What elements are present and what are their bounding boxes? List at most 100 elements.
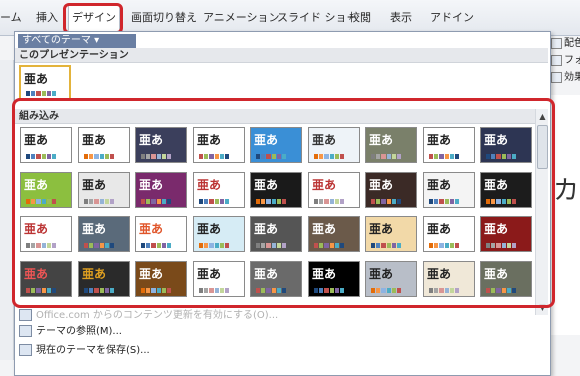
color-swatches xyxy=(26,288,57,293)
folder-icon xyxy=(19,325,32,337)
color-swatches xyxy=(256,154,287,159)
color-swatch xyxy=(271,288,276,293)
theme-title-text: 亜あ xyxy=(427,222,452,236)
color-swatch xyxy=(141,243,146,248)
theme-thumb[interactable]: 亜あ xyxy=(365,127,417,163)
design-tab-callout xyxy=(63,3,123,34)
current-theme-thumb[interactable]: 亜あ xyxy=(19,65,71,101)
theme-thumb[interactable]: 亜あ xyxy=(20,216,72,252)
color-swatch xyxy=(271,243,276,248)
theme-thumb[interactable]: 亜あ xyxy=(423,172,475,208)
theme-thumb[interactable]: 亜あ xyxy=(193,216,245,252)
theme-thumb[interactable]: 亜あ xyxy=(20,172,72,208)
gallery-scrollbar[interactable]: ▲ ▼ xyxy=(535,109,548,315)
color-swatch xyxy=(429,288,434,293)
theme-thumb[interactable]: 亜あ xyxy=(308,261,360,297)
tab-transitions[interactable]: 画面切り替え xyxy=(131,8,197,28)
tab-animations[interactable]: アニメーション xyxy=(203,8,280,28)
theme-thumb[interactable]: 亜あ xyxy=(78,172,130,208)
theme-thumb[interactable]: 亜あ xyxy=(308,172,360,208)
theme-thumb[interactable]: 亜あ xyxy=(135,172,187,208)
color-swatch xyxy=(439,243,444,248)
color-swatches xyxy=(486,288,517,293)
theme-title-text: 亜あ xyxy=(254,267,279,281)
colors-button[interactable]: 配色 xyxy=(551,34,580,49)
theme-thumb[interactable]: 亜あ xyxy=(135,216,187,252)
theme-thumb[interactable]: 亜あ xyxy=(480,216,532,252)
theme-thumb[interactable]: 亜あ xyxy=(250,216,302,252)
color-swatch xyxy=(31,288,36,293)
theme-thumb[interactable]: 亜あ xyxy=(308,127,360,163)
color-swatches xyxy=(429,243,460,248)
color-swatch xyxy=(204,154,209,159)
effects-button[interactable]: 効果 xyxy=(551,68,580,83)
theme-thumb[interactable]: 亜あ xyxy=(365,216,417,252)
slide-title-fragment: カ xyxy=(553,176,580,206)
color-swatch xyxy=(486,288,491,293)
color-swatch xyxy=(46,154,51,159)
tab-insert[interactable]: 挿入 xyxy=(36,8,58,28)
color-swatch xyxy=(266,199,271,204)
color-swatch xyxy=(501,154,506,159)
color-swatch xyxy=(256,288,261,293)
theme-thumb[interactable]: 亜あ xyxy=(423,127,475,163)
color-swatch xyxy=(491,199,496,204)
tab-addins[interactable]: アドイン xyxy=(430,8,474,28)
section-this-presentation: このプレゼンテーション xyxy=(15,48,548,63)
theme-title-text: 亜あ xyxy=(24,267,49,281)
theme-thumb[interactable]: 亜あ xyxy=(193,127,245,163)
theme-thumb[interactable]: 亜あ xyxy=(20,127,72,163)
color-swatch xyxy=(339,243,345,248)
theme-thumb[interactable]: 亜あ xyxy=(135,127,187,163)
color-swatch xyxy=(501,199,506,204)
tab-review[interactable]: 校閲 xyxy=(349,8,371,28)
color-swatch xyxy=(314,288,319,293)
theme-title-text: 亜あ xyxy=(312,133,337,147)
theme-title-text: 亜あ xyxy=(24,178,49,192)
theme-thumb[interactable]: 亜あ xyxy=(365,261,417,297)
color-swatch xyxy=(486,199,491,204)
color-swatches xyxy=(26,91,57,96)
theme-thumb[interactable]: 亜あ xyxy=(308,216,360,252)
theme-thumb[interactable]: 亜あ xyxy=(480,172,532,208)
color-swatch xyxy=(381,243,386,248)
theme-thumb[interactable]: 亜あ xyxy=(78,216,130,252)
color-swatches xyxy=(26,154,57,159)
color-swatch xyxy=(214,243,219,248)
all-themes-filter[interactable]: すべてのテーマ ▾ xyxy=(18,34,136,48)
theme-thumb[interactable]: 亜あ xyxy=(193,261,245,297)
color-swatch xyxy=(454,154,460,159)
theme-title-text: 亜あ xyxy=(427,178,452,192)
color-swatches xyxy=(429,199,460,204)
save-theme-item[interactable]: 現在のテーマを保存(S)... xyxy=(19,343,150,359)
tab-view[interactable]: 表示 xyxy=(390,8,412,28)
theme-thumb[interactable]: 亜あ xyxy=(193,172,245,208)
color-swatch xyxy=(161,288,166,293)
scroll-up-icon[interactable]: ▲ xyxy=(537,111,548,122)
color-swatch xyxy=(256,243,261,248)
color-swatch xyxy=(41,154,46,159)
color-swatch xyxy=(84,288,89,293)
color-swatch xyxy=(26,154,31,159)
theme-thumb[interactable]: 亜あ xyxy=(250,127,302,163)
theme-title-text: 亜あ xyxy=(427,133,452,147)
theme-thumb[interactable]: 亜あ xyxy=(135,261,187,297)
tab-home[interactable]: ーム xyxy=(0,8,22,28)
tab-slideshow[interactable]: スライド ショー xyxy=(277,8,358,28)
theme-thumb[interactable]: 亜あ xyxy=(480,127,532,163)
theme-thumb[interactable]: 亜あ xyxy=(20,261,72,297)
browse-themes-item[interactable]: テーマの参照(M)... xyxy=(19,324,122,340)
scroll-down-icon[interactable]: ▼ xyxy=(537,302,548,313)
color-swatch xyxy=(214,199,219,204)
theme-thumb[interactable]: 亜あ xyxy=(480,261,532,297)
theme-thumb[interactable]: 亜あ xyxy=(423,216,475,252)
theme-thumb[interactable]: 亜あ xyxy=(250,261,302,297)
fonts-button[interactable]: フォント xyxy=(551,51,580,66)
scroll-thumb[interactable] xyxy=(537,125,548,169)
theme-thumb[interactable]: 亜あ xyxy=(423,261,475,297)
theme-thumb[interactable]: 亜あ xyxy=(365,172,417,208)
theme-thumb[interactable]: 亜あ xyxy=(250,172,302,208)
theme-thumb[interactable]: 亜あ xyxy=(78,127,130,163)
color-swatch xyxy=(329,199,334,204)
theme-thumb[interactable]: 亜あ xyxy=(78,261,130,297)
